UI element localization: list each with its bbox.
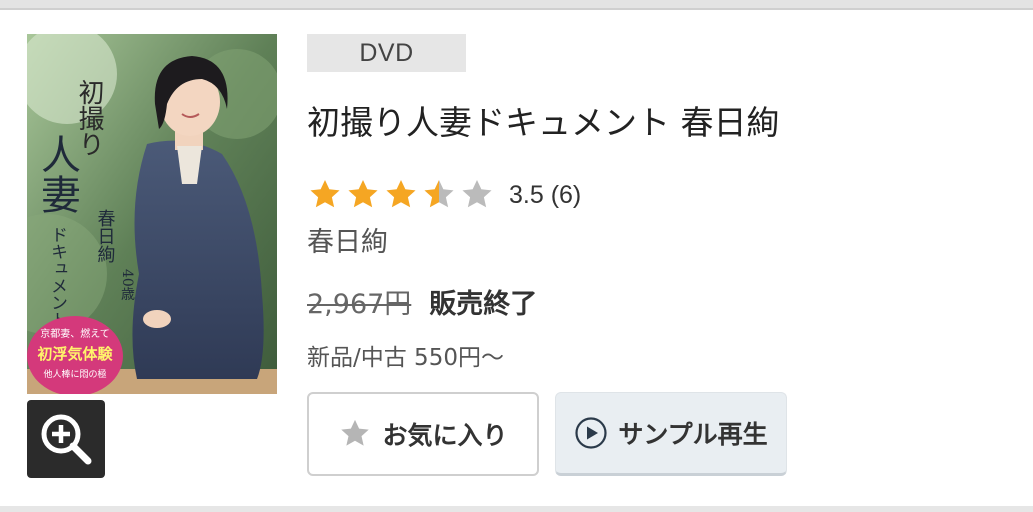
star-icon — [338, 417, 372, 451]
list-price: 2,967円 — [307, 289, 412, 320]
top-divider-line — [0, 8, 1033, 10]
used-price-link[interactable]: 新品/中古 550円～ — [307, 338, 504, 372]
cover-title-line3: ドキュメント — [47, 226, 67, 328]
zoom-in-icon — [41, 414, 92, 465]
rating-text: 3.5 (6) — [509, 180, 582, 209]
price-row: 2,967円 販売終了 — [307, 282, 537, 321]
sample-label: サンプル再生 — [618, 420, 768, 449]
play-sample-button[interactable]: サンプル再生 — [555, 392, 787, 476]
star-icon — [424, 180, 454, 208]
bottom-divider — [0, 506, 1033, 512]
actress-link[interactable]: 春日絢 — [307, 220, 388, 259]
star-icon — [386, 180, 416, 208]
cover-tagline-top: 京都妻、燃えて — [40, 327, 110, 340]
rating[interactable]: 3.5 (6) — [307, 175, 581, 215]
cover-title-line2: 人妻 — [34, 134, 80, 214]
cover-tagline-sub: 他人棒に悶の極 — [43, 368, 106, 380]
favorite-label: お気に入り — [382, 421, 508, 450]
format-badge: DVD — [307, 34, 466, 72]
zoom-image-button[interactable] — [27, 400, 105, 478]
play-icon — [574, 416, 608, 450]
cover-tagline-main: 初浮気体験 — [37, 345, 113, 363]
top-divider — [0, 0, 1033, 8]
star-icon — [462, 180, 492, 208]
add-to-favorites-button[interactable]: お気に入り — [307, 392, 539, 476]
product-title[interactable]: 初撮り人妻ドキュメント 春日絢 — [307, 96, 780, 144]
star-icon — [310, 180, 340, 208]
cover-name: 春日絢 — [95, 209, 116, 263]
cover-art: 初撮り 人妻 ドキュメント 春日絢 40歳 京都妻、燃えて 初浮気体験 他人棒に… — [27, 34, 277, 394]
sales-status: 販売終了 — [429, 289, 538, 320]
cover-age: 40歳 — [119, 269, 135, 301]
product-cover-image[interactable]: 初撮り 人妻 ドキュメント 春日絢 40歳 京都妻、燃えて 初浮気体験 他人棒に… — [27, 34, 277, 394]
star-icon — [348, 180, 378, 208]
rating-stars — [307, 177, 497, 213]
